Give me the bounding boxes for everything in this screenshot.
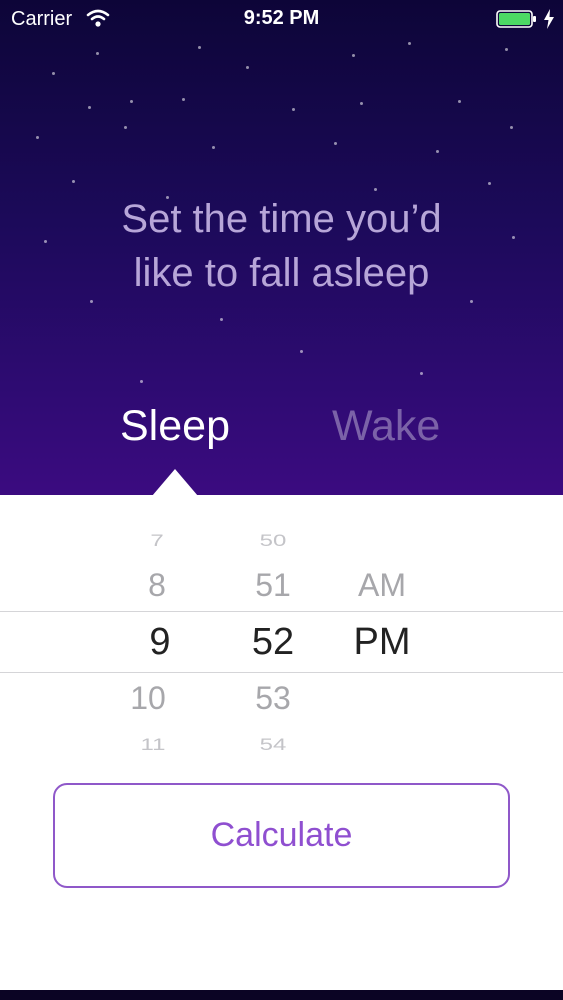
tab-wake[interactable]: Wake — [332, 402, 440, 451]
status-time: 9:52 PM — [243, 7, 320, 29]
hour-option[interactable]: 8 — [112, 567, 202, 604]
screen: Carrier 9:52 PM Set the time you’d like … — [0, 0, 563, 1000]
star-dot — [182, 98, 185, 101]
star-dot — [52, 72, 55, 75]
minute-option[interactable]: 50 — [228, 531, 318, 551]
star-dot — [488, 182, 491, 185]
star-dot — [352, 54, 355, 57]
star-dot — [246, 66, 249, 69]
star-dot — [292, 108, 295, 111]
star-dot — [96, 52, 99, 55]
minute-option[interactable]: 53 — [228, 680, 318, 717]
star-dot — [88, 106, 91, 109]
hour-option[interactable]: 10 — [103, 680, 193, 717]
period-selected[interactable]: PM — [337, 621, 427, 664]
star-dot — [198, 46, 201, 49]
star-dot — [436, 150, 439, 153]
bottom-edge — [0, 990, 563, 1000]
star-dot — [36, 136, 39, 139]
star-dot — [140, 380, 143, 383]
star-dot — [212, 146, 215, 149]
tab-sleep[interactable]: Sleep — [120, 402, 230, 451]
star-dot — [360, 102, 363, 105]
star-dot — [90, 300, 93, 303]
star-dot — [505, 48, 508, 51]
star-dot — [470, 300, 473, 303]
star-dot — [334, 142, 337, 145]
minute-option[interactable]: 51 — [228, 567, 318, 604]
battery-icon — [496, 10, 536, 28]
picker-selection-bottom-line — [0, 672, 563, 673]
time-picker-panel: 7 8 9 10 11 50 51 52 53 54 AM PM — [0, 495, 563, 990]
star-dot — [374, 188, 377, 191]
charging-icon — [544, 9, 554, 29]
star-dot — [458, 100, 461, 103]
star-dot — [220, 318, 223, 321]
star-dot — [420, 372, 423, 375]
star-dot — [72, 180, 75, 183]
selected-tab-indicator — [152, 469, 198, 496]
minute-selected[interactable]: 52 — [228, 621, 318, 664]
period-option[interactable]: AM — [337, 567, 427, 604]
star-dot — [408, 42, 411, 45]
star-dot — [130, 100, 133, 103]
star-dot — [510, 126, 513, 129]
status-bar: Carrier 9:52 PM — [0, 0, 563, 40]
minute-option[interactable]: 54 — [228, 735, 318, 755]
star-dot — [124, 126, 127, 129]
instruction-text: Set the time you’d like to fall asleep — [40, 192, 523, 300]
instruction-line-2: like to fall asleep — [133, 251, 430, 295]
star-dot — [300, 350, 303, 353]
hour-option[interactable]: 7 — [112, 531, 202, 551]
hour-option[interactable]: 11 — [108, 735, 198, 755]
hour-selected[interactable]: 9 — [115, 621, 205, 664]
instruction-line-1: Set the time you’d — [121, 197, 442, 241]
picker-selection-top-line — [0, 611, 563, 612]
calculate-button[interactable]: Calculate — [53, 783, 510, 888]
